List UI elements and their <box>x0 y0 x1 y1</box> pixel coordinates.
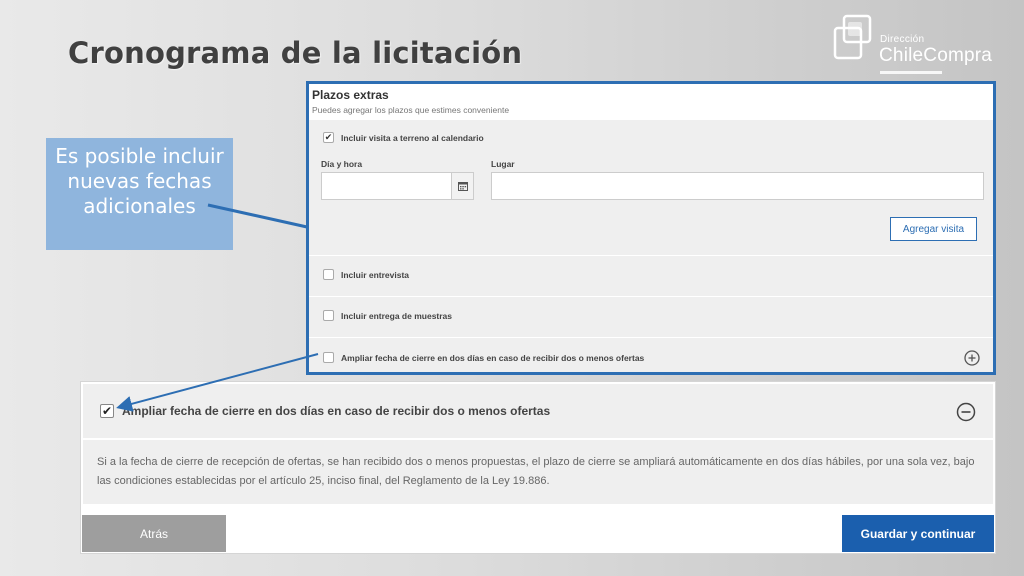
calendar-button[interactable] <box>451 173 473 199</box>
dia-hora-value[interactable] <box>322 173 451 199</box>
slide-title: Cronograma de la licitación <box>68 36 523 70</box>
logo-big-text: ChileCompra <box>879 45 993 66</box>
visita-checkbox[interactable]: ✔ <box>323 132 334 143</box>
dia-hora-input[interactable] <box>321 172 474 200</box>
section-muestras: Incluir entrega de muestras <box>309 296 993 336</box>
muestras-checkbox-row[interactable]: Incluir entrega de muestras <box>323 310 452 321</box>
muestras-checkbox[interactable] <box>323 310 334 321</box>
plazos-extras-panel: Plazos extras Puedes agregar los plazos … <box>306 81 996 375</box>
logo-small-text: Dirección <box>880 34 925 45</box>
calendar-icon <box>457 182 468 191</box>
ampliar-checkbox-row[interactable]: Ampliar fecha de cierre en dos días en c… <box>323 352 644 363</box>
back-button[interactable]: Atrás <box>82 515 226 552</box>
muestras-label: Incluir entrega de muestras <box>341 310 453 321</box>
callout-box: Es posible incluir nuevas fechas adicion… <box>46 138 233 250</box>
entrevista-checkbox-row[interactable]: Incluir entrevista <box>323 269 409 280</box>
checkmark-icon: ✔ <box>101 404 113 418</box>
logo-underline <box>880 71 942 74</box>
section-ampliar: Ampliar fecha de cierre en dos días en c… <box>309 337 993 372</box>
detail-checkbox[interactable]: ✔ <box>100 404 114 418</box>
ampliar-checkbox[interactable] <box>323 352 334 363</box>
section-visita: ✔ Incluir visita a terreno al calendario… <box>309 120 993 254</box>
detail-title: Ampliar fecha de cierre en dos días en c… <box>122 404 551 418</box>
minus-circle-icon[interactable] <box>956 402 976 422</box>
dia-hora-label: Día y hora <box>321 159 363 169</box>
detail-header[interactable]: ✔ Ampliar fecha de cierre en dos días en… <box>83 384 993 438</box>
checkmark-icon: ✔ <box>324 132 333 142</box>
section-entrevista: Incluir entrevista <box>309 255 993 295</box>
ampliar-label: Ampliar fecha de cierre en dos días en c… <box>341 352 645 363</box>
logo-mark-icon <box>833 14 872 60</box>
lugar-input[interactable] <box>491 172 984 200</box>
panel-subtitle: Puedes agregar los plazos que estimes co… <box>312 105 510 115</box>
visita-label: Incluir visita a terreno al calendario <box>341 132 484 143</box>
entrevista-checkbox[interactable] <box>323 269 334 280</box>
save-continue-button[interactable]: Guardar y continuar <box>842 515 994 552</box>
visita-checkbox-row[interactable]: ✔ Incluir visita a terreno al calendario <box>323 132 484 143</box>
lugar-label: Lugar <box>491 159 515 169</box>
agregar-visita-button[interactable]: Agregar visita <box>890 217 977 241</box>
detail-body-text: Si a la fecha de cierre de recepción de … <box>83 440 993 504</box>
chilecompra-logo: Dirección ChileCompra <box>832 14 1002 76</box>
entrevista-label: Incluir entrevista <box>341 269 410 280</box>
panel-header: Plazos extras Puedes agregar los plazos … <box>309 84 993 120</box>
panel-title: Plazos extras <box>312 88 389 102</box>
plus-circle-icon[interactable] <box>964 350 980 366</box>
